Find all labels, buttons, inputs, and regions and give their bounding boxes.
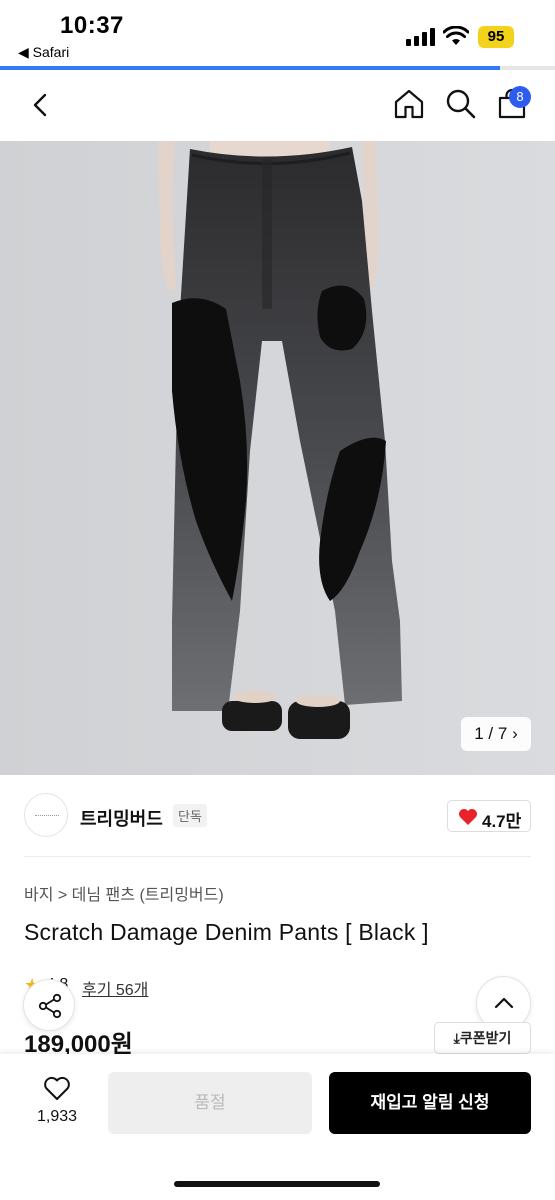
review-link[interactable]: 후기 56개 — [82, 976, 148, 1000]
coupon-download-button[interactable]: ⤓쿠폰받기 — [434, 1022, 531, 1054]
soldout-button: 품절 — [108, 1072, 312, 1134]
gallery-page-indicator[interactable]: 1 / 7 › — [461, 717, 531, 751]
denim-pants-illustration — [0, 141, 555, 775]
top-nav-bar — [0, 70, 555, 140]
gallery-page-text: 1 / 7 — [474, 724, 508, 743]
back-to-safari-link[interactable]: ◀ Safari — [18, 44, 69, 61]
brand-name[interactable]: 트리밍버드 — [80, 805, 163, 831]
restock-alert-button[interactable]: 재입고 알림 신청 — [329, 1072, 531, 1134]
status-bar: 10:37 ◀ Safari 95 — [0, 0, 555, 66]
share-icon — [38, 993, 62, 1019]
product-title: Scratch Damage Denim Pants [ Black ] — [24, 919, 429, 945]
heart-outline-icon — [44, 1076, 70, 1100]
search-icon[interactable] — [445, 88, 477, 120]
brand-like-count: 4.7만 — [482, 812, 522, 831]
exclusive-badge: 단독 — [173, 804, 207, 827]
brand-like-button[interactable]: 4.7만 — [447, 800, 531, 832]
brand-row: 트리밍버드 단독 4.7만 — [0, 776, 555, 856]
chevron-right-icon: › — [512, 724, 518, 743]
home-indicator — [174, 1181, 380, 1187]
brand-logo[interactable] — [24, 793, 68, 837]
wishlist-button[interactable]: 1,933 — [24, 1074, 90, 1134]
wishlist-count: 1,933 — [36, 1108, 78, 1125]
divider — [24, 856, 531, 857]
cart-count-badge: 8 — [509, 86, 531, 108]
status-time: 10:37 — [60, 12, 124, 39]
battery-icon: 95 — [478, 26, 514, 48]
bottom-action-bar: 1,933 품절 재입고 알림 신청 — [0, 1054, 555, 1200]
chevron-up-icon — [494, 997, 514, 1009]
product-image[interactable]: 1 / 7 › — [0, 141, 555, 775]
heart-filled-icon — [459, 809, 477, 825]
wifi-icon — [443, 26, 469, 45]
back-icon[interactable] — [26, 90, 56, 120]
breadcrumb[interactable]: 바지 > 데님 팬츠 (트리밍버드) — [24, 881, 224, 905]
signal-icon — [406, 28, 436, 46]
home-icon[interactable] — [393, 88, 425, 120]
